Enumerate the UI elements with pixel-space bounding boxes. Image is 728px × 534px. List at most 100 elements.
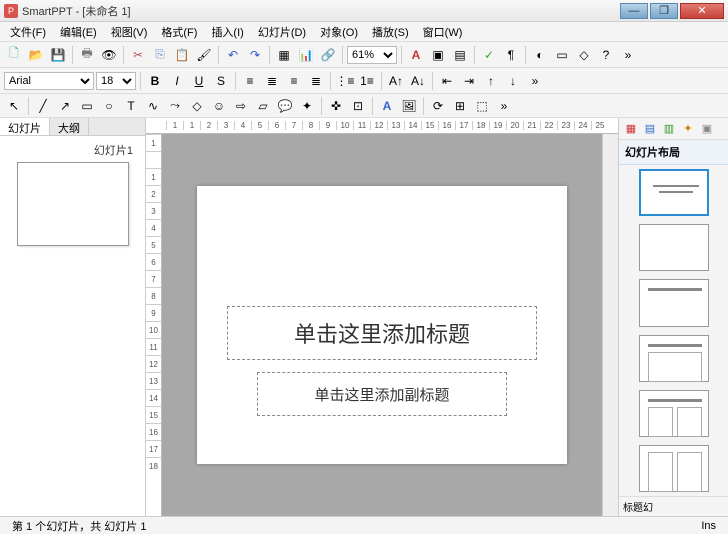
fontwork-icon[interactable]: A [377, 96, 397, 116]
chart-icon[interactable]: 📊 [296, 45, 316, 65]
table-icon[interactable]: ▦ [274, 45, 294, 65]
move-down-icon[interactable]: ↓ [503, 71, 523, 91]
layout-blank[interactable] [639, 224, 709, 271]
flowchart-icon[interactable]: ▱ [253, 96, 273, 116]
menu-edit[interactable]: 编辑(E) [54, 22, 103, 42]
more-icon[interactable]: » [618, 45, 638, 65]
task-master-icon[interactable]: ▦ [623, 121, 639, 137]
new-icon[interactable]: 🗋 [4, 45, 24, 65]
more-icon[interactable]: » [525, 71, 545, 91]
curve-icon[interactable]: ∿ [143, 96, 163, 116]
copy-icon[interactable]: ⎘ [150, 45, 170, 65]
promote-icon[interactable]: ⇤ [437, 71, 457, 91]
align-right-icon[interactable]: ≡ [284, 71, 304, 91]
separator [72, 46, 73, 64]
layout-content-only[interactable] [639, 445, 709, 492]
print-icon[interactable]: 🖶 [77, 45, 97, 65]
minimize-button[interactable]: — [620, 3, 648, 19]
arrow-icon[interactable]: ↗ [55, 96, 75, 116]
rectangle-icon[interactable]: ▭ [77, 96, 97, 116]
undo-icon[interactable]: ↶ [223, 45, 243, 65]
align-icon[interactable]: ⊞ [450, 96, 470, 116]
spelling-icon[interactable]: ✓ [479, 45, 499, 65]
title-placeholder[interactable]: 单击这里添加标题 [227, 306, 537, 360]
align-justify-icon[interactable]: ≣ [306, 71, 326, 91]
toolbar-drawing: ↖ ╱ ↗ ▭ ○ T ∿ ⤳ ◇ ☺ ⇨ ▱ 💬 ✦ ✜ ⊡ A 🖼 ⟳ ⊞ … [0, 94, 728, 118]
close-button[interactable]: ✕ [680, 3, 724, 19]
connector-icon[interactable]: ⤳ [165, 96, 185, 116]
menu-play[interactable]: 播放(S) [366, 22, 415, 42]
block-arrows-icon[interactable]: ⇨ [231, 96, 251, 116]
callouts-icon[interactable]: 💬 [275, 96, 295, 116]
menu-format[interactable]: 格式(F) [155, 22, 203, 42]
vertical-scrollbar[interactable] [602, 134, 618, 516]
menu-slide[interactable]: 幻灯片(D) [252, 22, 312, 42]
more-icon[interactable]: » [494, 96, 514, 116]
text-box-icon[interactable]: T [121, 96, 141, 116]
layout-title-content[interactable] [639, 335, 709, 382]
select-icon[interactable]: ↖ [4, 96, 24, 116]
symbol-shapes-icon[interactable]: ☺ [209, 96, 229, 116]
redo-icon[interactable]: ↷ [245, 45, 265, 65]
layout-two-content[interactable] [639, 390, 709, 437]
slide[interactable]: 单击这里添加标题 单击这里添加副标题 [197, 186, 567, 464]
font-combo[interactable]: Arial [4, 72, 94, 90]
insert-image-icon[interactable]: 🖼 [399, 96, 419, 116]
menu-insert[interactable]: 插入(I) [205, 22, 249, 42]
layout-title-slide[interactable] [639, 169, 709, 216]
arrange-icon[interactable]: ⬚ [472, 96, 492, 116]
move-up-icon[interactable]: ↑ [481, 71, 501, 91]
text-tool-icon[interactable]: ¶ [501, 45, 521, 65]
format-painter-icon[interactable]: 🖌 [194, 45, 214, 65]
task-anim-icon[interactable]: ✦ [680, 121, 696, 137]
decrease-font-icon[interactable]: A↓ [408, 71, 428, 91]
bullets-icon[interactable]: ⋮≡ [335, 71, 355, 91]
rotate-icon[interactable]: ⟳ [428, 96, 448, 116]
align-center-icon[interactable]: ≣ [262, 71, 282, 91]
zoom-combo[interactable]: 61% [347, 46, 397, 64]
tab-outline[interactable]: 大纲 [50, 118, 89, 135]
navigator-icon[interactable]: ◇ [574, 45, 594, 65]
task-trans-icon[interactable]: ▣ [699, 121, 715, 137]
paste-icon[interactable]: 📋 [172, 45, 192, 65]
print-preview-icon[interactable]: 👁 [99, 45, 119, 65]
line-icon[interactable]: ╱ [33, 96, 53, 116]
slide-thumb-1[interactable] [17, 162, 129, 246]
bold-icon[interactable]: B [145, 71, 165, 91]
numbering-icon[interactable]: 1≡ [357, 71, 377, 91]
align-left-icon[interactable]: ≡ [240, 71, 260, 91]
glue-icon[interactable]: ⊡ [348, 96, 368, 116]
gallery-icon[interactable]: ▭ [552, 45, 572, 65]
menu-object[interactable]: 对象(O) [314, 22, 364, 42]
open-icon[interactable]: 📂 [26, 45, 46, 65]
menu-file[interactable]: 文件(F) [4, 22, 52, 42]
tab-slides[interactable]: 幻灯片 [0, 118, 50, 135]
toolbar-formatting: Arial 18 B I U S ≡ ≣ ≡ ≣ ⋮≡ 1≡ A↑ A↓ ⇤ ⇥… [0, 68, 728, 94]
shadow-icon[interactable]: S [211, 71, 231, 91]
font-size-combo[interactable]: 18 [96, 72, 136, 90]
layout-title-only[interactable] [639, 279, 709, 326]
stars-icon[interactable]: ✦ [297, 96, 317, 116]
points-icon[interactable]: ✜ [326, 96, 346, 116]
italic-icon[interactable]: I [167, 71, 187, 91]
maximize-button[interactable]: ❐ [650, 3, 678, 19]
demote-icon[interactable]: ⇥ [459, 71, 479, 91]
slide-layout-icon[interactable]: ▤ [450, 45, 470, 65]
basic-shapes-icon[interactable]: ◇ [187, 96, 207, 116]
save-icon[interactable]: 💾 [48, 45, 68, 65]
font-color-a-icon[interactable]: A [406, 45, 426, 65]
help-icon[interactable]: ? [596, 45, 616, 65]
menu-window[interactable]: 窗口(W) [417, 22, 469, 42]
subtitle-placeholder[interactable]: 单击这里添加副标题 [257, 372, 507, 416]
underline-icon[interactable]: U [189, 71, 209, 91]
menu-view[interactable]: 视图(V) [105, 22, 154, 42]
shapes-icon[interactable]: ◐ [530, 45, 550, 65]
slide-show-icon[interactable]: ▣ [428, 45, 448, 65]
slide-canvas[interactable]: 单击这里添加标题 单击这里添加副标题 [162, 134, 602, 516]
cut-icon[interactable]: ✂ [128, 45, 148, 65]
hyperlink-icon[interactable]: 🔗 [318, 45, 338, 65]
task-table-icon[interactable]: ▥ [661, 121, 677, 137]
increase-font-icon[interactable]: A↑ [386, 71, 406, 91]
ellipse-icon[interactable]: ○ [99, 96, 119, 116]
task-layout-icon[interactable]: ▤ [642, 121, 658, 137]
